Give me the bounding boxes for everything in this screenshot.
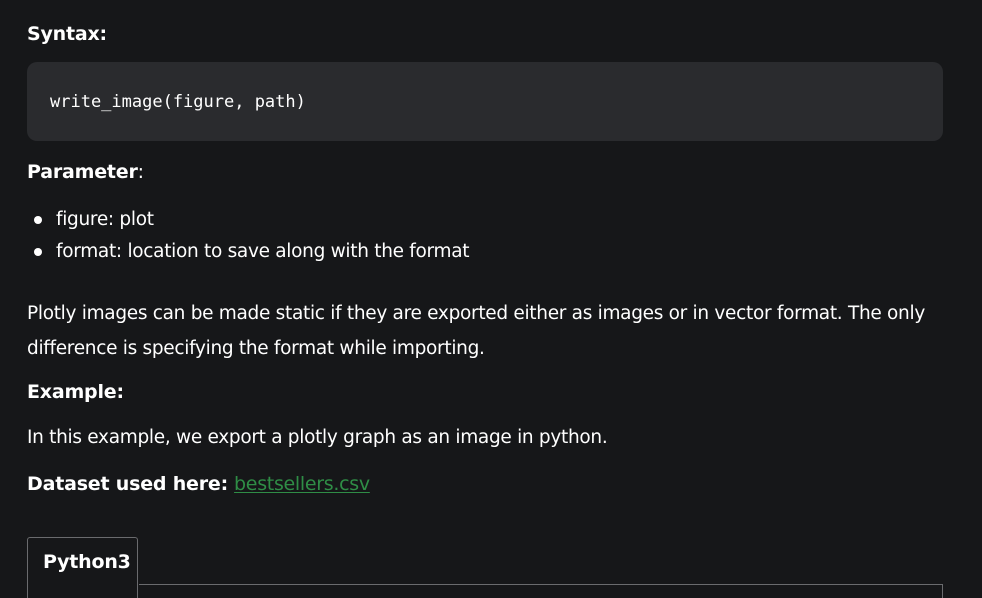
- code-tabs: Python3: [27, 537, 943, 598]
- example-heading: Example:: [27, 381, 124, 403]
- parameter-heading: Parameter:: [27, 160, 144, 184]
- syntax-heading: Syntax:: [27, 23, 107, 45]
- bullet-icon: [34, 216, 42, 224]
- dataset-line: Dataset used here: bestsellers.csv: [27, 471, 370, 497]
- parameter-item-figure: figure: plot: [56, 209, 154, 230]
- list-item: format: location to save along with the …: [27, 236, 470, 268]
- description-paragraph: Plotly images can be made static if they…: [27, 303, 925, 359]
- example-text: In this example, we export a plotly grap…: [27, 427, 608, 448]
- parameter-heading-label: Parameter: [27, 161, 138, 183]
- dataset-link[interactable]: bestsellers.csv: [234, 473, 370, 495]
- tab-python3-label: Python3: [43, 551, 131, 573]
- tab-python3[interactable]: Python3: [27, 537, 138, 598]
- parameter-item-format: format: location to save along with the …: [56, 241, 470, 262]
- syntax-code: write_image(figure, path): [50, 92, 306, 112]
- tab-panel-edge: [942, 584, 943, 598]
- syntax-code-block: write_image(figure, path): [27, 62, 943, 141]
- parameter-list: figure: plot format: location to save al…: [27, 204, 470, 268]
- bullet-icon: [34, 248, 42, 256]
- parameter-heading-colon: :: [137, 161, 144, 183]
- tab-divider: [139, 584, 943, 585]
- dataset-label: Dataset used here:: [27, 473, 228, 495]
- list-item: figure: plot: [27, 204, 469, 236]
